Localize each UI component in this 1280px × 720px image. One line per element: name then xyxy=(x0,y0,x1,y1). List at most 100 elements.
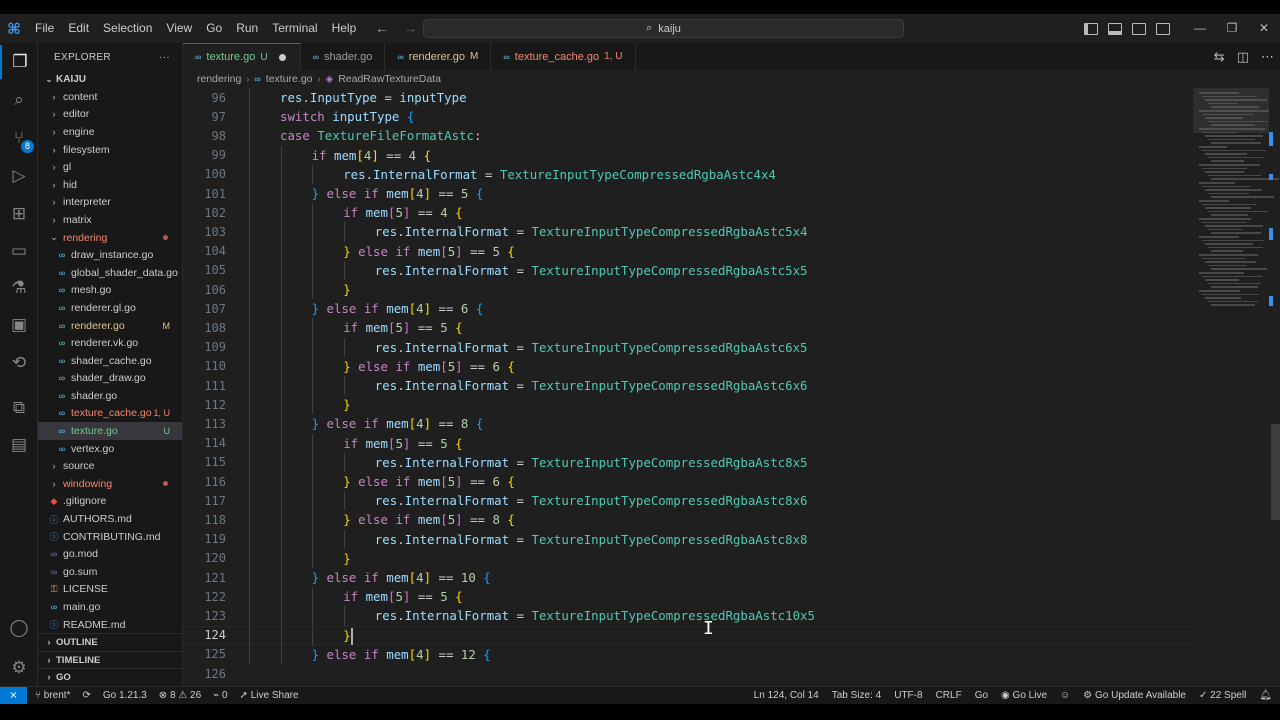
run-debug-icon[interactable]: ▷ xyxy=(0,159,38,193)
split-editor-icon[interactable]: ◫ xyxy=(1237,49,1249,65)
toggle-panel-icon[interactable] xyxy=(1108,22,1122,35)
end-of-line[interactable]: CRLF xyxy=(936,690,962,701)
menu-view[interactable]: View xyxy=(159,14,199,43)
notifications-bell-icon[interactable]: 🔔︎ xyxy=(1259,690,1272,701)
folder-content[interactable]: › content xyxy=(38,88,182,106)
workspace-root[interactable]: ⌄ KAIJU xyxy=(38,71,182,88)
file-shader_draw-go[interactable]: ∞ shader_draw.go xyxy=(38,370,182,388)
go-update-status[interactable]: ⚙ Go Update Available xyxy=(1083,690,1186,701)
manage-gear-icon[interactable]: ⚙ xyxy=(0,651,38,685)
minimize-button[interactable]: — xyxy=(1184,14,1216,43)
file-texture_cache-go[interactable]: ∞ texture_cache.go 1, U xyxy=(38,405,182,423)
folder-rendering[interactable]: ⌄ rendering xyxy=(38,229,182,247)
code-line[interactable]: 102 if mem[5] == 4 { xyxy=(183,203,1193,223)
code-line[interactable]: 119 res.InternalFormat = TextureInputType… xyxy=(183,529,1193,549)
cursor-position[interactable]: Ln 124, Col 14 xyxy=(754,690,819,701)
menu-run[interactable]: Run xyxy=(229,14,265,43)
file-main-go[interactable]: ∞ main.go xyxy=(38,598,182,616)
vertical-scrollbar[interactable] xyxy=(1271,88,1280,686)
code-line[interactable]: 126 xyxy=(183,664,1193,683)
go-live-status[interactable]: ◉ Go Live xyxy=(1001,690,1047,701)
folder-windowing[interactable]: › windowing xyxy=(38,475,182,493)
tab-texture_cache-go[interactable]: ∞ texture_cache.go 1, U xyxy=(491,43,636,70)
toggle-secondary-sidebar-icon[interactable] xyxy=(1132,22,1146,35)
code-line[interactable]: 101} else if mem[4] == 5 { xyxy=(183,184,1193,204)
code-line[interactable]: 122 if mem[5] == 5 { xyxy=(183,587,1193,607)
code-line[interactable]: 125} else if mem[4] == 12 { xyxy=(183,644,1193,664)
file-renderer-go[interactable]: ∞ renderer.go M xyxy=(38,317,182,335)
unsaved-dot-icon[interactable] xyxy=(278,53,286,61)
problems-status[interactable]: ⊗ 8 ⚠ 26 xyxy=(159,690,201,701)
tab-renderer-go[interactable]: ∞ renderer.go M xyxy=(385,43,492,70)
code-line[interactable]: 106} xyxy=(183,280,1193,300)
branch-status[interactable]: ⑂ brent* xyxy=(35,690,70,701)
minimap[interactable] xyxy=(1193,88,1279,686)
breadcrumb-file[interactable]: texture.go xyxy=(266,73,313,85)
more-editor-actions-icon[interactable]: ⋯ xyxy=(1261,49,1274,65)
code-line[interactable]: 100 res.InternalFormat = TextureInputType… xyxy=(183,164,1193,184)
menu-terminal[interactable]: Terminal xyxy=(265,14,324,43)
folder-interpreter[interactable]: › interpreter xyxy=(38,194,182,212)
code-line[interactable]: 124} xyxy=(183,625,1193,646)
file-shader-go[interactable]: ∞ shader.go xyxy=(38,387,182,405)
restore-button[interactable]: ❐ xyxy=(1216,14,1248,43)
file-global_shader_data-go[interactable]: ∞ global_shader_data.go xyxy=(38,264,182,282)
back-arrow-icon[interactable]: ← xyxy=(375,14,389,43)
folder-engine[interactable]: › engine xyxy=(38,123,182,141)
file-go-mod[interactable]: ∞ go.mod xyxy=(38,545,182,563)
code-line[interactable]: 117 res.InternalFormat = TextureInputType… xyxy=(183,491,1193,511)
file-shader_cache-go[interactable]: ∞ shader_cache.go xyxy=(38,352,182,370)
code-line[interactable]: 114 if mem[5] == 5 { xyxy=(183,433,1193,453)
scrollbar-thumb[interactable] xyxy=(1271,424,1280,520)
file-CONTRIBUTING-md[interactable]: ⓘ CONTRIBUTING.md xyxy=(38,528,182,546)
file-LICENSE[interactable]: ⚿ LICENSE xyxy=(38,581,182,599)
terminal-view-icon[interactable]: ▣ xyxy=(0,308,38,342)
code-line[interactable]: 116} else if mem[5] == 6 { xyxy=(183,472,1193,492)
remote-indicator-button[interactable]: ⨯ xyxy=(0,686,27,705)
code-line[interactable]: 120} xyxy=(183,548,1193,568)
toggle-primary-sidebar-icon[interactable] xyxy=(1084,22,1098,35)
file--gitignore[interactable]: ◆ .gitignore xyxy=(38,493,182,511)
folder-matrix[interactable]: › matrix xyxy=(38,211,182,229)
code-line[interactable]: 121} else if mem[4] == 10 { xyxy=(183,568,1193,588)
code-line[interactable]: 115 res.InternalFormat = TextureInputType… xyxy=(183,452,1193,472)
file-go-sum[interactable]: ∞ go.sum xyxy=(38,563,182,581)
code-line[interactable]: 109 res.InternalFormat = TextureInputType… xyxy=(183,337,1193,357)
remote-explorer-icon[interactable]: ▭ xyxy=(0,234,38,268)
file-encoding[interactable]: UTF-8 xyxy=(894,690,922,701)
file-texture-go[interactable]: ∞ texture.go U xyxy=(38,422,182,440)
menu-edit[interactable]: Edit xyxy=(61,14,96,43)
file-draw_instance-go[interactable]: ∞ draw_instance.go xyxy=(38,246,182,264)
spell-status[interactable]: ✓ 22 Spell xyxy=(1199,690,1246,701)
file-mesh-go[interactable]: ∞ mesh.go xyxy=(38,282,182,300)
code-line[interactable]: 97 switch inputType { xyxy=(183,107,1193,127)
open-changes-icon[interactable]: ⇆ xyxy=(1214,49,1225,65)
code-line[interactable]: 107} else if mem[4] == 6 { xyxy=(183,299,1193,319)
timeline-section[interactable]: › TIMELINE xyxy=(38,651,182,668)
menu-help[interactable]: Help xyxy=(325,14,364,43)
code-line[interactable]: 96 res.InputType = inputType xyxy=(183,88,1193,108)
code-line[interactable]: 110} else if mem[5] == 6 { xyxy=(183,356,1193,376)
testing-icon[interactable]: ⚗ xyxy=(0,271,38,305)
close-window-button[interactable]: ✕ xyxy=(1248,14,1280,43)
code-line[interactable]: 113} else if mem[4] == 8 { xyxy=(183,414,1193,434)
go-version[interactable]: Go 1.21.3 xyxy=(103,690,147,701)
code-line[interactable]: 108 if mem[5] == 5 { xyxy=(183,318,1193,338)
tab-texture-go[interactable]: ∞ texture.go U xyxy=(183,43,301,70)
explorer-icon[interactable]: ❐ xyxy=(0,45,38,79)
code-line[interactable]: 111 res.InternalFormat = TextureInputType… xyxy=(183,376,1193,396)
code-line[interactable]: 99 if mem[4] == 4 { xyxy=(183,145,1193,165)
live-share-status[interactable]: ➚ Live Share xyxy=(240,690,299,701)
forward-arrow-icon[interactable]: → xyxy=(403,14,417,43)
code-line[interactable]: 104} else if mem[5] == 5 { xyxy=(183,241,1193,261)
menu-file[interactable]: File xyxy=(28,14,61,43)
code-line[interactable]: 118} else if mem[5] == 8 { xyxy=(183,510,1193,530)
menu-selection[interactable]: Selection xyxy=(96,14,159,43)
file-AUTHORS-md[interactable]: ⓘ AUTHORS.md xyxy=(38,510,182,528)
chat-icon[interactable]: ▤ xyxy=(0,428,38,462)
accounts-icon[interactable]: ◯ xyxy=(0,611,38,645)
file-README-md[interactable]: ⓘ README.md xyxy=(38,616,182,634)
command-center-search[interactable]: ⌕ kaiju xyxy=(423,19,904,38)
code-line[interactable]: 103 res.InternalFormat = TextureInputType… xyxy=(183,222,1193,242)
more-actions-icon[interactable]: ··· xyxy=(159,52,170,63)
